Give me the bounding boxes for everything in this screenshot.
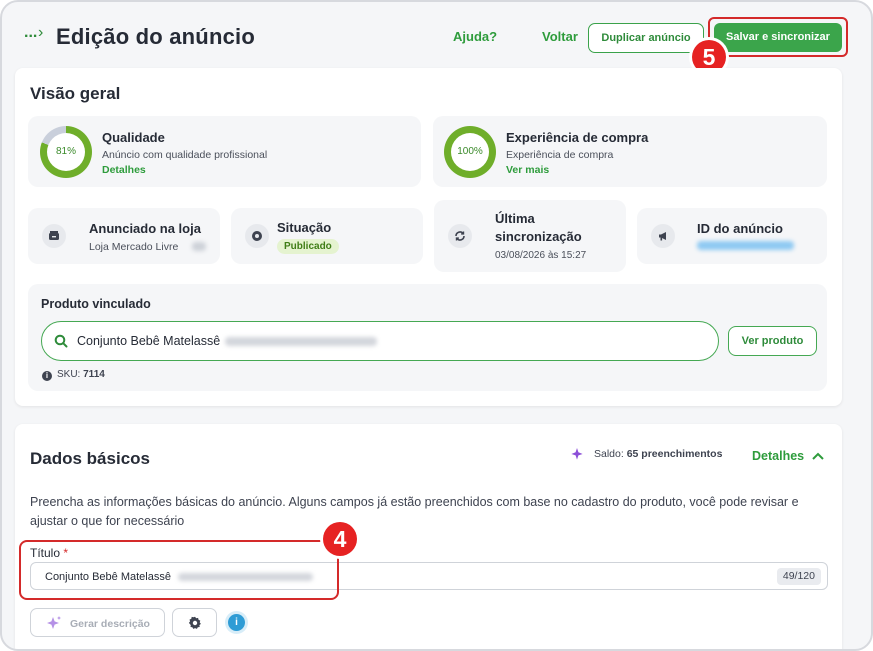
quality-subtitle: Anúncio com qualidade profissional	[102, 149, 268, 161]
info-icon: i	[42, 371, 52, 381]
duplicate-ad-button[interactable]: Duplicar anúncio	[588, 23, 704, 53]
sync-date: 03/08/2026 às 15:27	[495, 250, 587, 261]
title-highlight	[19, 540, 339, 600]
back-link[interactable]: Voltar	[542, 29, 578, 44]
step-badge-4: 4	[323, 522, 357, 556]
experience-subtitle: Experiência de compra	[506, 149, 614, 161]
status-badge: Publicado	[277, 239, 339, 254]
view-product-button[interactable]: Ver produto	[728, 326, 817, 356]
redacted-product-name	[225, 337, 377, 346]
sync-tile: Última sincronização 03/08/2026 às 15:27	[434, 200, 626, 272]
experience-donut: 100%	[444, 126, 496, 178]
ad-id-title: ID do anúncio	[697, 221, 783, 236]
breadcrumb-ellipsis[interactable]: ...	[24, 24, 37, 42]
quality-details-link[interactable]: Detalhes	[102, 164, 146, 176]
redacted-ad-id[interactable]	[697, 241, 794, 250]
product-search-input[interactable]: Conjunto Bebê Matelassê	[41, 321, 719, 361]
app-frame: ... › Edição do anúncio Ajuda? Voltar Du…	[0, 0, 873, 651]
sku-label: SKU:	[57, 369, 84, 380]
overview-title: Visão geral	[30, 84, 121, 103]
sync-title-line2: sincronização	[495, 229, 582, 244]
quality-percent: 81%	[47, 133, 85, 171]
sparkle-icon	[571, 448, 583, 460]
sku-row: i SKU: 7114	[42, 369, 105, 381]
help-link[interactable]: Ajuda?	[453, 29, 497, 44]
sku-value: 7114	[83, 369, 105, 380]
balance-label: Saldo:	[594, 448, 627, 460]
info-icon[interactable]: i	[228, 614, 245, 631]
quality-donut: 81%	[40, 126, 92, 178]
overview-card: Visão geral 81% Qualidade Anúncio com qu…	[15, 68, 842, 406]
balance-text: Saldo: 65 preenchimentos	[594, 448, 722, 460]
status-tile: Situação Publicado	[231, 208, 423, 264]
title-char-counter: 49/120	[776, 568, 821, 585]
sync-title-line1: Última	[495, 211, 535, 226]
experience-percent: 100%	[451, 133, 489, 171]
megaphone-icon	[651, 224, 675, 248]
quality-title: Qualidade	[102, 130, 165, 145]
chevron-up-icon	[812, 452, 824, 460]
status-title: Situação	[277, 220, 332, 235]
experience-more-link[interactable]: Ver mais	[506, 164, 549, 176]
sync-icon	[448, 224, 472, 248]
breadcrumb-separator: ›	[38, 24, 44, 41]
store-tile: Anunciado na loja Loja Mercado Livre	[28, 208, 220, 264]
balance-value: 65 preenchimentos	[626, 448, 723, 460]
basic-data-card: Dados básicos Saldo: 65 preenchimentos D…	[15, 424, 842, 649]
store-icon	[42, 224, 66, 248]
sparkle-icon	[47, 616, 61, 629]
details-toggle-label: Detalhes	[752, 449, 805, 463]
ad-id-tile: ID do anúncio	[637, 208, 827, 264]
gear-icon	[188, 616, 201, 629]
details-toggle[interactable]: Detalhes	[752, 449, 824, 463]
status-icon	[245, 224, 269, 248]
generate-description-button[interactable]: Gerar descrição	[30, 608, 165, 637]
product-search-value: Conjunto Bebê Matelassê	[77, 334, 221, 348]
basic-data-title: Dados básicos	[30, 449, 150, 468]
basic-data-description: Preencha as informações básicas do anúnc…	[30, 495, 799, 528]
page-title: Edição do anúncio	[56, 24, 255, 49]
store-title: Anunciado na loja	[89, 221, 201, 236]
search-icon	[54, 334, 68, 348]
quality-tile: 81% Qualidade Anúncio com qualidade prof…	[28, 116, 421, 187]
page-header: ... › Edição do anúncio Ajuda? Voltar Du…	[2, 2, 871, 74]
redacted-store-name	[192, 242, 206, 251]
settings-button[interactable]	[172, 608, 217, 637]
store-subtitle: Loja Mercado Livre	[89, 241, 179, 253]
save-and-sync-button[interactable]: Salvar e sincronizar	[714, 23, 842, 52]
generate-description-label: Gerar descrição	[70, 618, 150, 630]
linked-product-title: Produto vinculado	[41, 297, 151, 311]
experience-title: Experiência de compra	[506, 130, 649, 145]
experience-tile: 100% Experiência de compra Experiência d…	[433, 116, 827, 187]
